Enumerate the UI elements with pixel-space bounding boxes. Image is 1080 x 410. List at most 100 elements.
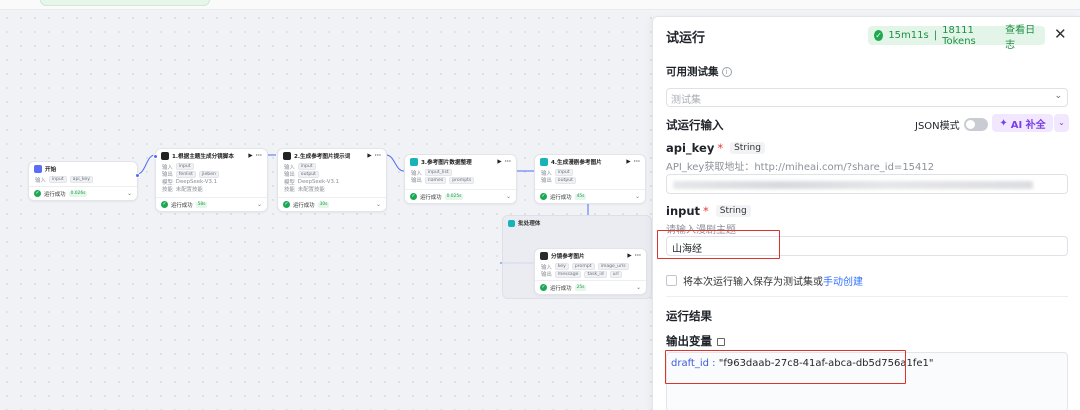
param-tag: input — [48, 176, 67, 184]
llm-node-2[interactable]: 2.生成参考图片提示词 ▶ ··· 输入 input 输出 output 模型 DeepS… — [277, 148, 387, 212]
more-icon[interactable]: ··· — [375, 153, 381, 159]
manual-create-link[interactable]: 手动创建 — [823, 273, 863, 288]
play-icon[interactable]: ▶ — [626, 159, 630, 165]
success-icon: ✓ — [283, 201, 290, 208]
json-mode-toggle[interactable] — [963, 118, 988, 131]
param-tag: key — [554, 263, 569, 271]
chevron-down-icon[interactable]: ⌄ — [635, 193, 640, 200]
code-node-3[interactable]: 3.参考图片数据整理 ▶ ··· 输入 input_list 输出 names promp… — [404, 154, 517, 204]
play-icon[interactable]: ▶ — [627, 253, 631, 259]
view-log-link[interactable]: 查看日志 — [1005, 21, 1039, 51]
api-key-input[interactable] — [666, 174, 1068, 194]
batch-body-group[interactable]: 批处理体 分镜参考图片 ▶ ··· 输入 key prompt image_urls 输出… — [502, 215, 652, 299]
output-variable-label: 输出变量 — [666, 333, 725, 349]
field-type-tag: String — [730, 142, 765, 154]
start-node[interactable]: 开始 输入 input api_key ✓ 运行成功 0.026s ⌄ — [28, 161, 140, 201]
api-key-hint: API_key获取地址：http://miheai.com/?share_id=… — [666, 162, 935, 173]
model-name: DeepSeek-V3.1 — [297, 178, 340, 185]
output-port[interactable] — [135, 173, 140, 178]
run-status-badge[interactable]: ✓ 15m11s | 18111 Tokens 查看日志 — [868, 24, 1045, 51]
param-tag: url — [609, 270, 622, 278]
play-icon[interactable]: ▶ — [248, 153, 252, 159]
required-mark: * — [703, 204, 709, 218]
chevron-down-icon[interactable]: ⌄ — [376, 201, 381, 208]
more-icon[interactable]: ··· — [256, 153, 262, 159]
param-tag: prompts — [449, 176, 475, 184]
play-icon[interactable]: ▶ — [497, 159, 501, 165]
save-testset-checkbox-row: 将本次运行输入保存为测试集或 手动创建 — [666, 273, 863, 288]
api-key-field-label: api_key * String — [666, 141, 765, 155]
batch-node-4[interactable]: 4.生成漫剧参考图片 ▶ ··· 输入 input 输出 output ✓ 运行成功 45s… — [534, 154, 646, 204]
run-time-badge: 30s — [317, 201, 330, 208]
chevron-down-icon[interactable]: ⌄ — [127, 190, 132, 197]
ai-complete-dropdown[interactable]: ⌄ — [1054, 114, 1069, 132]
highlight-box-output — [665, 350, 906, 384]
more-icon[interactable]: ··· — [505, 159, 511, 165]
blurred-value — [673, 181, 1033, 189]
workflow-canvas[interactable]: 开始 输入 input api_key ✓ 运行成功 0.026s ⌄ 1.根据主题生成分… — [0, 11, 652, 410]
panel-title: 试运行 — [666, 31, 706, 46]
llm-node-1[interactable]: 1.根据主题生成分镜脚本 ▶ ··· 输入 input 输出 fenlist jieben… — [153, 148, 268, 212]
field-type-tag: String — [715, 205, 751, 217]
row-label: 技能 — [162, 187, 173, 194]
param-tag: task_id — [584, 270, 607, 278]
run-status: 运行成功 — [44, 191, 66, 198]
play-icon[interactable]: ▶ — [367, 153, 371, 159]
run-input-label: 试运行输入 — [666, 118, 724, 132]
run-time-badge: 0.025s — [444, 193, 464, 200]
node-title: 1.根据主题生成分镜脚本 — [172, 154, 234, 160]
param-tag: fenlist — [175, 170, 196, 178]
param-tag: input — [175, 163, 194, 171]
close-icon[interactable]: ✕ — [1054, 25, 1067, 43]
input-port[interactable] — [153, 154, 158, 159]
top-toolbar — [0, 0, 1080, 10]
run-status: 运行成功 — [420, 194, 442, 201]
chevron-down-icon[interactable]: ⌄ — [636, 284, 641, 291]
success-icon: ✓ — [34, 190, 41, 197]
param-tag: names — [424, 176, 447, 184]
row-label: 输出 — [541, 272, 552, 279]
testset-label-text: 可用测试集 — [666, 66, 719, 78]
param-tag: api_key — [69, 176, 93, 184]
output-label-text: 输出变量 — [666, 334, 712, 348]
toolbar-pill[interactable] — [40, 0, 210, 6]
more-icon[interactable]: ··· — [634, 159, 640, 165]
run-status: 运行成功 — [171, 202, 193, 209]
more-icon[interactable]: ··· — [635, 253, 641, 259]
param-tag: input — [554, 169, 573, 177]
checkbox-text: 将本次运行输入保存为测试集或 — [683, 277, 823, 288]
token-count: 18111 Tokens — [942, 24, 976, 47]
batch-icon — [540, 158, 548, 166]
required-mark: * — [717, 141, 724, 155]
json-mode-label: JSON模式 — [915, 121, 960, 132]
param-tag: output — [297, 170, 319, 178]
success-icon: ✓ — [161, 201, 168, 208]
copy-icon[interactable] — [717, 337, 725, 346]
chevron-down-icon: ⌄ — [1054, 91, 1062, 101]
testset-label: 可用测试集 i — [666, 64, 732, 79]
ai-complete-button[interactable]: ✦ AI 补全 — [992, 114, 1053, 132]
sparkle-icon: ✦ — [999, 117, 1008, 129]
save-testset-checkbox[interactable] — [666, 275, 677, 286]
test-run-panel: 试运行 ✓ 15m11s | 18111 Tokens 查看日志 ✕ 可用测试集… — [652, 16, 1080, 410]
run-time-badge: 0.026s — [68, 190, 88, 197]
info-icon[interactable]: i — [721, 66, 732, 77]
param-tag: jieben — [198, 170, 219, 178]
row-label: 技能 — [284, 187, 295, 194]
chevron-down-icon[interactable]: ⌄ — [257, 201, 262, 208]
node-title: 分镜参考图片 — [551, 254, 585, 260]
image-icon — [540, 252, 548, 260]
row-label: 输出 — [541, 178, 552, 185]
row-label: 输入 — [35, 177, 46, 184]
run-time-badge: 58s — [195, 201, 208, 208]
check-circle-icon: ✓ — [874, 30, 884, 41]
testset-placeholder: 测试集 — [671, 95, 701, 106]
skill-text: 未配置技能 — [297, 187, 325, 194]
testset-select[interactable]: 测试集 ⌄ — [666, 88, 1068, 107]
field-name: input — [666, 204, 701, 218]
chevron-down-icon[interactable]: ⌄ — [506, 193, 511, 200]
group-title: 批处理体 — [518, 221, 541, 227]
image-gen-node[interactable]: 分镜参考图片 ▶ ··· 输入 key prompt image_urls 输出 messa… — [534, 248, 647, 295]
param-tag: input — [297, 163, 316, 171]
model-icon — [161, 152, 169, 160]
